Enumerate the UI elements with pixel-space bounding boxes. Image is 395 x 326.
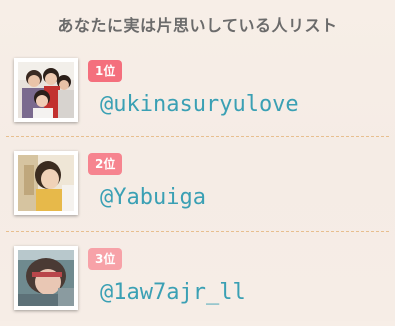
rank-badge: 3位 bbox=[88, 248, 123, 270]
user-handle-link[interactable]: @1aw7ajr_ll bbox=[100, 280, 246, 305]
rank-badge: 1位 bbox=[88, 60, 123, 82]
user-handle-link[interactable]: @Yabuiga bbox=[100, 185, 206, 210]
avatar-photo bbox=[18, 155, 74, 211]
avatar[interactable] bbox=[14, 58, 78, 122]
rank-badge: 2位 bbox=[88, 153, 123, 175]
list-item[interactable]: 2位 @Yabuiga bbox=[0, 141, 395, 231]
avatar[interactable] bbox=[14, 246, 78, 310]
avatar[interactable] bbox=[14, 151, 78, 215]
list-item[interactable]: 1位 @ukinasuryulove bbox=[0, 48, 395, 138]
avatar-photo bbox=[18, 250, 74, 306]
user-handle-link[interactable]: @ukinasuryulove bbox=[100, 92, 299, 117]
row-divider bbox=[6, 136, 389, 137]
avatar-photo bbox=[18, 62, 74, 118]
list-item[interactable]: 3位 @1aw7ajr_ll bbox=[0, 236, 395, 326]
row-divider bbox=[6, 231, 389, 232]
page-title: あなたに実は片思いしている人リスト bbox=[57, 16, 338, 35]
